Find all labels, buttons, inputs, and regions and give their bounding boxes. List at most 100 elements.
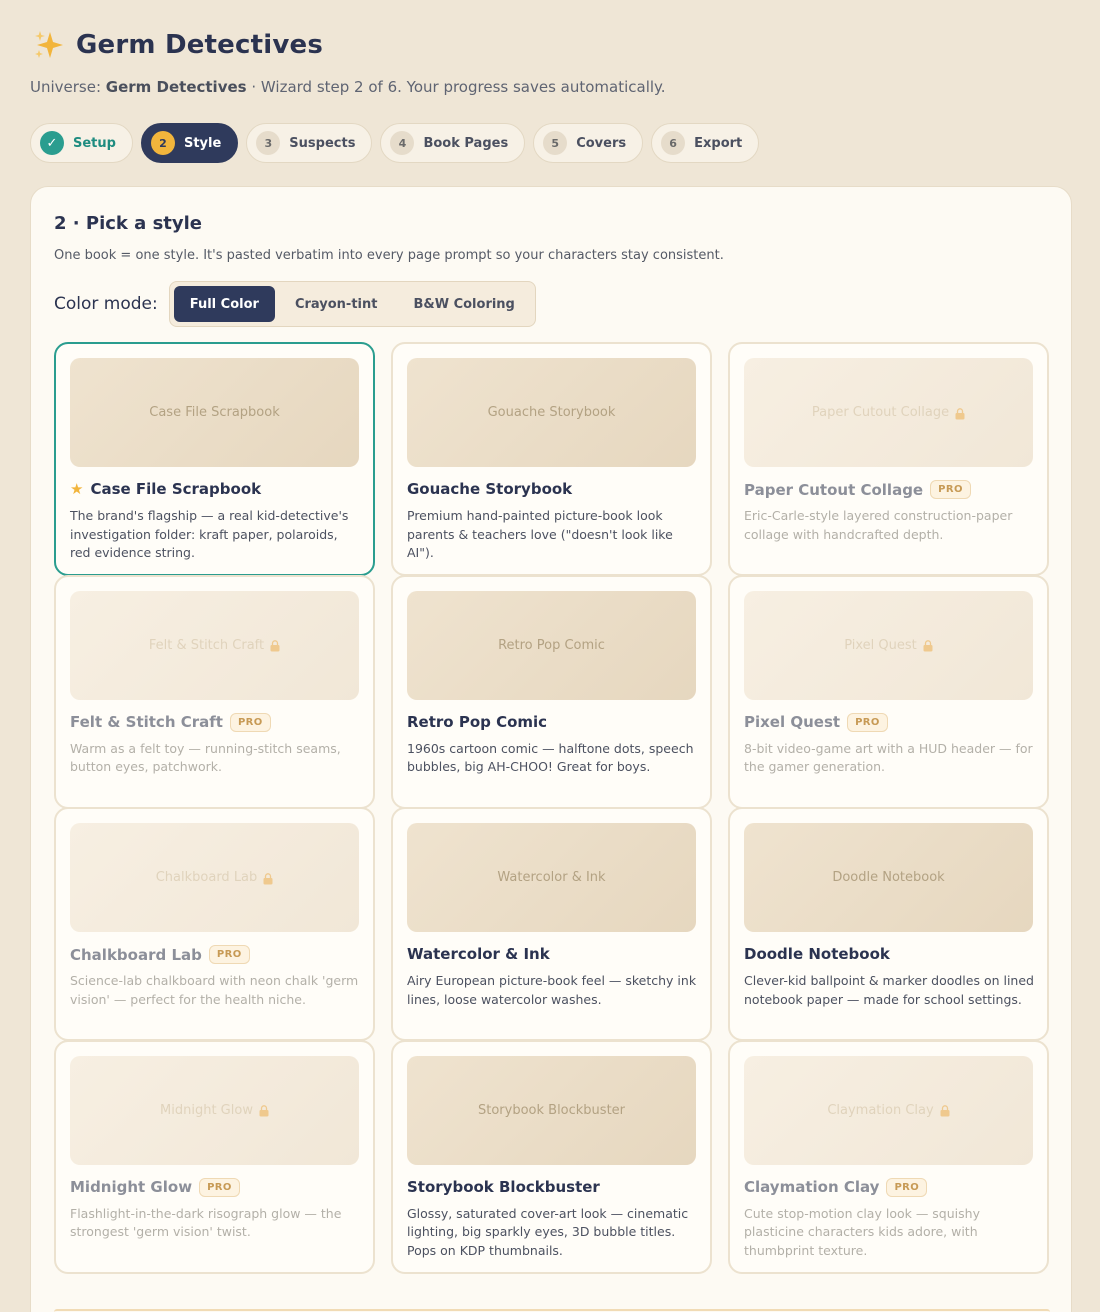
style-thumbnail: Watercolor & Ink bbox=[407, 823, 696, 932]
step-label: Style bbox=[183, 135, 222, 151]
thumbnail-label: Chalkboard Lab bbox=[155, 870, 258, 885]
style-name: Case File Scrapbook bbox=[90, 480, 262, 498]
color-mode-toggle: Full Color Crayon-tint B&W Coloring bbox=[168, 281, 536, 327]
style-description: Eric-Carle-style layered construction-pa… bbox=[744, 508, 1013, 542]
thumbnail-label: Felt & Stitch Craft bbox=[148, 637, 265, 653]
style-panel: 2 · Pick a style One book = one style. I… bbox=[30, 186, 1072, 1312]
style-card-retro-pop-comic[interactable]: Retro Pop Comic Retro Pop Comic 1960s cart… bbox=[391, 574, 712, 809]
style-name: Retro Pop Comic bbox=[407, 712, 548, 731]
pro-badge: PRO bbox=[930, 480, 971, 499]
style-card-watercolor-and-ink[interactable]: Watercolor & Ink Watercolor & Ink Airy Eur… bbox=[391, 807, 712, 1041]
style-name-row: ★ Case File Scrapbook bbox=[70, 480, 261, 498]
style-card-gouache-storybook[interactable]: Gouache Storybook Gouache Storybook Premiu… bbox=[391, 342, 712, 576]
style-thumbnail: Case File Scrapbook bbox=[70, 358, 359, 467]
check-icon: ✓ bbox=[40, 131, 64, 155]
style-name: Claymation Clay bbox=[744, 1178, 880, 1196]
step-number: 4 bbox=[390, 131, 415, 155]
style-thumbnail: Midnight Glow bbox=[70, 1055, 359, 1165]
panel-title: 2 · Pick a style bbox=[54, 213, 203, 234]
style-description: Glossy, saturated cover-art look — cinem… bbox=[407, 1205, 689, 1258]
style-thumbnail: Storybook Blockbuster bbox=[407, 1055, 696, 1165]
lock-icon bbox=[923, 640, 933, 652]
style-description: 1960s cartoon comic — halftone dots, spe… bbox=[407, 740, 694, 775]
thumbnail-label: Paper Cutout Collage bbox=[811, 405, 950, 420]
style-name-row: Felt & Stitch Craft PRO bbox=[70, 712, 271, 732]
thumbnail-label: Doodle Notebook bbox=[832, 870, 945, 885]
step-number: 6 bbox=[661, 131, 686, 155]
style-name-row: Paper Cutout Collage PRO bbox=[744, 480, 971, 499]
universe-name: Germ Detectives bbox=[105, 78, 247, 96]
style-name-row: Doodle Notebook bbox=[744, 945, 890, 963]
step-book-pages[interactable]: 4 Book Pages bbox=[380, 123, 526, 163]
style-thumbnail: Claymation Clay bbox=[744, 1055, 1033, 1165]
pro-badge: PRO bbox=[886, 1177, 928, 1197]
color-mode-crayon-tint-button[interactable]: Crayon-tint bbox=[279, 286, 394, 322]
thumbnail-label: Gouache Storybook bbox=[487, 405, 616, 420]
style-card-chalkboard-lab[interactable]: Chalkboard Lab Chalkboard Lab PRO Science-l… bbox=[54, 807, 375, 1041]
thumbnail-label: Retro Pop Comic bbox=[498, 637, 605, 653]
style-name-row: Midnight Glow PRO bbox=[70, 1177, 240, 1197]
step-number: 5 bbox=[543, 131, 568, 155]
lock-icon bbox=[270, 640, 280, 652]
style-description: Science-lab chalkboard with neon chalk '… bbox=[70, 973, 359, 1007]
style-description: Flashlight-in-the-dark risograph glow — … bbox=[70, 1205, 342, 1240]
style-name: Midnight Glow bbox=[70, 1178, 193, 1196]
subtitle-suffix: · Wizard step 2 of 6. Your progress save… bbox=[246, 78, 666, 96]
style-description: Clever-kid ballpoint & marker doodles on… bbox=[744, 973, 1034, 1007]
style-name: Watercolor & Ink bbox=[407, 945, 550, 963]
style-thumbnail: Chalkboard Lab bbox=[70, 823, 359, 932]
thumbnail-label: Claymation Clay bbox=[827, 1102, 934, 1118]
step-export[interactable]: 6 Export bbox=[651, 123, 760, 163]
style-description: Cute stop-motion clay look — squishy pla… bbox=[744, 1205, 980, 1258]
color-mode-bandw-coloring-button[interactable]: B&W Coloring bbox=[397, 286, 530, 322]
pro-badge: PRO bbox=[199, 1177, 240, 1197]
style-card-pixel-quest[interactable]: Pixel Quest Pixel Quest PRO 8-bit video-gam… bbox=[728, 574, 1049, 809]
style-name-row: Storybook Blockbuster bbox=[407, 1178, 600, 1196]
pro-badge: PRO bbox=[229, 712, 271, 732]
style-name: Doodle Notebook bbox=[744, 945, 890, 963]
wizard-subtitle: Universe: Germ Detectives · Wizard step … bbox=[30, 78, 666, 96]
step-setup[interactable]: ✓ Setup bbox=[30, 123, 133, 163]
style-description: The brand's flagship — a real kid-detect… bbox=[70, 508, 349, 560]
style-description: Warm as a felt toy — running-stitch seam… bbox=[70, 740, 341, 775]
step-covers[interactable]: 5 Covers bbox=[533, 123, 644, 163]
color-mode-full-color-button[interactable]: Full Color bbox=[173, 286, 275, 322]
style-description: Airy European picture-book feel — sketch… bbox=[407, 973, 697, 1007]
style-thumbnail: Retro Pop Comic bbox=[407, 590, 696, 700]
step-label: Suspects bbox=[289, 135, 356, 151]
thumbnail-label: Watercolor & Ink bbox=[497, 870, 606, 885]
lock-icon bbox=[940, 1105, 950, 1117]
style-name-row: Claymation Clay PRO bbox=[744, 1177, 928, 1197]
pro-badge: PRO bbox=[847, 712, 888, 732]
pro-badge: PRO bbox=[208, 945, 250, 964]
style-thumbnail: Doodle Notebook bbox=[744, 823, 1033, 932]
style-card-claymation-clay[interactable]: Claymation Clay Claymation Clay PRO Cute st… bbox=[728, 1039, 1049, 1274]
style-name-row: Retro Pop Comic bbox=[407, 713, 547, 731]
lock-icon bbox=[263, 872, 273, 885]
style-name: Felt & Stitch Craft bbox=[70, 713, 223, 731]
page-header: Germ Detectives bbox=[32, 28, 323, 62]
style-card-case-file-scrapbook[interactable]: Case File Scrapbook ★ Case File Scrapbook T… bbox=[54, 342, 375, 576]
style-name-row: Chalkboard Lab PRO bbox=[70, 945, 250, 964]
style-card-midnight-glow[interactable]: Midnight Glow Midnight Glow PRO Flashlight-… bbox=[54, 1039, 375, 1274]
thumbnail-label: Case File Scrapbook bbox=[149, 405, 280, 420]
step-style[interactable]: 2 Style bbox=[140, 123, 239, 163]
step-number: 3 bbox=[256, 131, 281, 155]
style-card-paper-cutout-collage[interactable]: Paper Cutout Collage Paper Cutout Collage… bbox=[728, 342, 1049, 576]
app-title: Germ Detectives bbox=[76, 30, 324, 60]
subtitle-prefix: Universe: bbox=[30, 78, 106, 96]
step-label: Book Pages bbox=[423, 135, 509, 151]
style-name-row: Pixel Quest PRO bbox=[744, 712, 888, 732]
style-name: Chalkboard Lab bbox=[70, 945, 202, 964]
style-card-felt-and-stitch-craft[interactable]: Felt & Stitch Craft Felt & Stitch Craft PR… bbox=[54, 574, 375, 809]
style-name: Paper Cutout Collage bbox=[744, 480, 924, 499]
style-card-storybook-blockbuster[interactable]: Storybook Blockbuster Storybook Blockbust… bbox=[391, 1039, 712, 1274]
style-description: 8-bit video-game art with a HUD header —… bbox=[744, 740, 1033, 775]
thumbnail-label: Storybook Blockbuster bbox=[477, 1102, 626, 1118]
style-thumbnail: Gouache Storybook bbox=[407, 358, 696, 467]
style-card-doodle-notebook[interactable]: Doodle Notebook Doodle Notebook Clever-kid… bbox=[728, 807, 1049, 1041]
step-label: Covers bbox=[576, 135, 627, 151]
step-suspects[interactable]: 3 Suspects bbox=[246, 123, 373, 163]
style-description: Premium hand-painted picture-book look p… bbox=[407, 508, 673, 560]
style-name: Pixel Quest bbox=[744, 713, 841, 731]
